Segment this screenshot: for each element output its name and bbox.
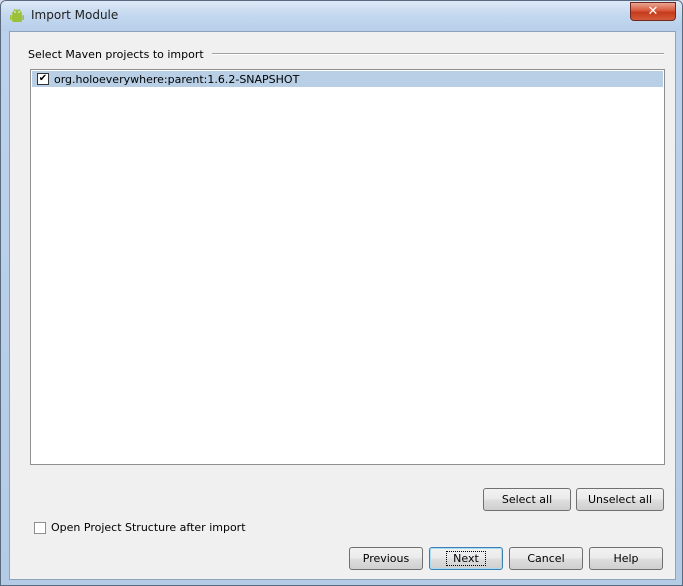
group-divider bbox=[211, 53, 664, 55]
open-structure-label: Open Project Structure after import bbox=[51, 521, 246, 534]
unselect-all-button[interactable]: Unselect all bbox=[576, 488, 664, 511]
select-all-button[interactable]: Select all bbox=[483, 488, 571, 511]
android-icon bbox=[10, 8, 24, 22]
open-structure-checkbox[interactable] bbox=[34, 521, 46, 534]
cancel-button[interactable]: Cancel bbox=[509, 547, 583, 570]
maven-projects-list[interactable]: ✔ org.holoeverywhere:parent:1.6.2-SNAPSH… bbox=[30, 69, 665, 465]
group-label: Select Maven projects to import bbox=[28, 47, 204, 61]
checkmark-icon: ✔ bbox=[38, 73, 48, 84]
window-title: Import Module bbox=[31, 8, 119, 22]
close-icon: ✕ bbox=[647, 4, 659, 19]
dialog-content: Select Maven projects to import ✔ org.ho… bbox=[9, 31, 676, 580]
next-button[interactable]: Next bbox=[429, 547, 503, 570]
list-item[interactable]: ✔ org.holoeverywhere:parent:1.6.2-SNAPSH… bbox=[32, 71, 663, 87]
project-label: org.holoeverywhere:parent:1.6.2-SNAPSHOT bbox=[54, 72, 300, 86]
project-checkbox[interactable]: ✔ bbox=[37, 73, 49, 85]
title-bar[interactable]: Import Module ✕ bbox=[1, 1, 682, 31]
group-header: Select Maven projects to import bbox=[28, 47, 664, 61]
open-structure-option[interactable]: Open Project Structure after import bbox=[34, 521, 246, 534]
help-button[interactable]: Help bbox=[589, 547, 663, 570]
import-module-dialog: Import Module ✕ Select Maven projects to… bbox=[0, 0, 683, 586]
close-button[interactable]: ✕ bbox=[630, 2, 676, 21]
previous-button[interactable]: Previous bbox=[349, 547, 423, 570]
